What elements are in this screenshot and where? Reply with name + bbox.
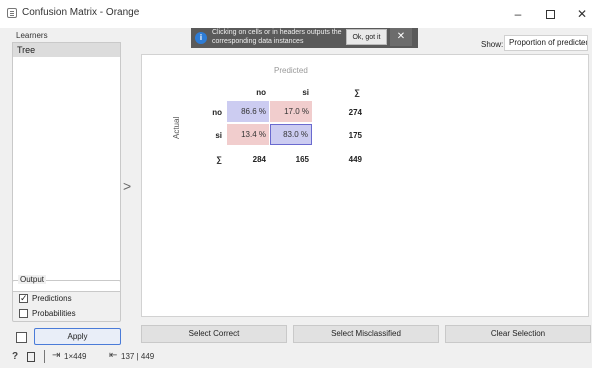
app-icon xyxy=(7,8,17,18)
learners-list[interactable]: Tree xyxy=(12,42,121,292)
maximize-icon xyxy=(545,10,555,20)
row-total-no: 274 xyxy=(348,108,362,117)
column-header-sum: ∑ xyxy=(354,88,360,97)
row-total-si: 175 xyxy=(348,131,362,140)
matrix-cell-si-no[interactable]: 13.4 % xyxy=(227,124,269,145)
row-header-si[interactable]: si xyxy=(202,131,222,140)
row-header-sum: ∑ xyxy=(216,155,222,164)
show-select-value: Proportion of predicted xyxy=(509,38,588,47)
column-total-si: 165 xyxy=(295,155,309,164)
minimize-button[interactable]: – xyxy=(500,0,536,28)
info-icon: i xyxy=(195,32,207,44)
row-header-no[interactable]: no xyxy=(202,108,222,117)
clear-selection-button[interactable]: Clear Selection xyxy=(445,325,591,343)
ok-got-it-button[interactable]: Ok, got it xyxy=(346,29,387,45)
probabilities-checkbox[interactable] xyxy=(19,309,28,319)
learners-label: Learners xyxy=(16,31,48,40)
input-icon: ⇥ xyxy=(52,350,61,361)
confusion-matrix: Predicted Actual no si ∑ no si ∑ 86.6 % … xyxy=(141,54,589,317)
select-misclassified-button[interactable]: Select Misclassified xyxy=(293,325,439,343)
window-title: Confusion Matrix - Orange xyxy=(22,7,140,18)
predictions-checkbox-row[interactable]: Predictions xyxy=(19,292,72,305)
grand-total: 449 xyxy=(348,155,362,164)
notification-text: Clicking on cells or in headers outputs … xyxy=(212,29,342,45)
apply-button[interactable]: Apply xyxy=(34,328,121,345)
predicted-axis-label: Predicted xyxy=(274,66,308,75)
show-label: Show: xyxy=(481,40,504,49)
input-summary: 1×449 xyxy=(64,352,87,361)
chevron-down-icon: ⌵ xyxy=(578,38,585,47)
predictions-label: Predictions xyxy=(32,294,72,303)
learner-item[interactable]: Tree xyxy=(13,43,120,57)
select-correct-button[interactable]: Select Correct xyxy=(141,325,287,343)
auto-apply-checkbox[interactable] xyxy=(16,332,27,343)
matrix-cell-si-si[interactable]: 83.0 % xyxy=(270,124,312,145)
actual-axis-label: Actual xyxy=(172,116,181,139)
matrix-cell-no-si[interactable]: 17.0 % xyxy=(270,101,312,122)
matrix-cell-no-no[interactable]: 86.6 % xyxy=(227,101,269,122)
maximize-button[interactable] xyxy=(532,0,568,28)
output-summary: 137 | 449 xyxy=(121,352,155,361)
notification-close-button[interactable]: ✕ xyxy=(390,28,412,46)
show-select[interactable]: Proportion of predicted ⌵ xyxy=(504,35,588,51)
output-group: Predictions Probabilities xyxy=(12,280,121,322)
notification-banner: i Clicking on cells or in headers output… xyxy=(191,28,418,48)
title-bar: Confusion Matrix - Orange – ✕ xyxy=(0,0,592,28)
column-header-no[interactable]: no xyxy=(226,88,266,97)
close-button[interactable]: ✕ xyxy=(564,0,592,28)
output-label: Output xyxy=(18,275,47,284)
output-icon: ⇤ xyxy=(109,350,118,361)
report-icon[interactable] xyxy=(27,352,35,362)
column-header-si[interactable]: si xyxy=(269,88,309,97)
predictions-checkbox[interactable] xyxy=(19,292,28,304)
control-area: Learners Tree Predictions Probabilities … xyxy=(0,28,136,346)
status-divider xyxy=(44,350,45,363)
probabilities-label: Probabilities xyxy=(32,309,76,318)
column-total-no: 284 xyxy=(252,155,266,164)
probabilities-checkbox-row[interactable]: Probabilities xyxy=(19,308,76,320)
collapse-panel-icon[interactable]: > xyxy=(123,178,131,194)
help-icon[interactable]: ? xyxy=(12,351,18,362)
status-bar: ? ⇥ 1×449 ⇤ 137 | 449 xyxy=(0,346,592,368)
